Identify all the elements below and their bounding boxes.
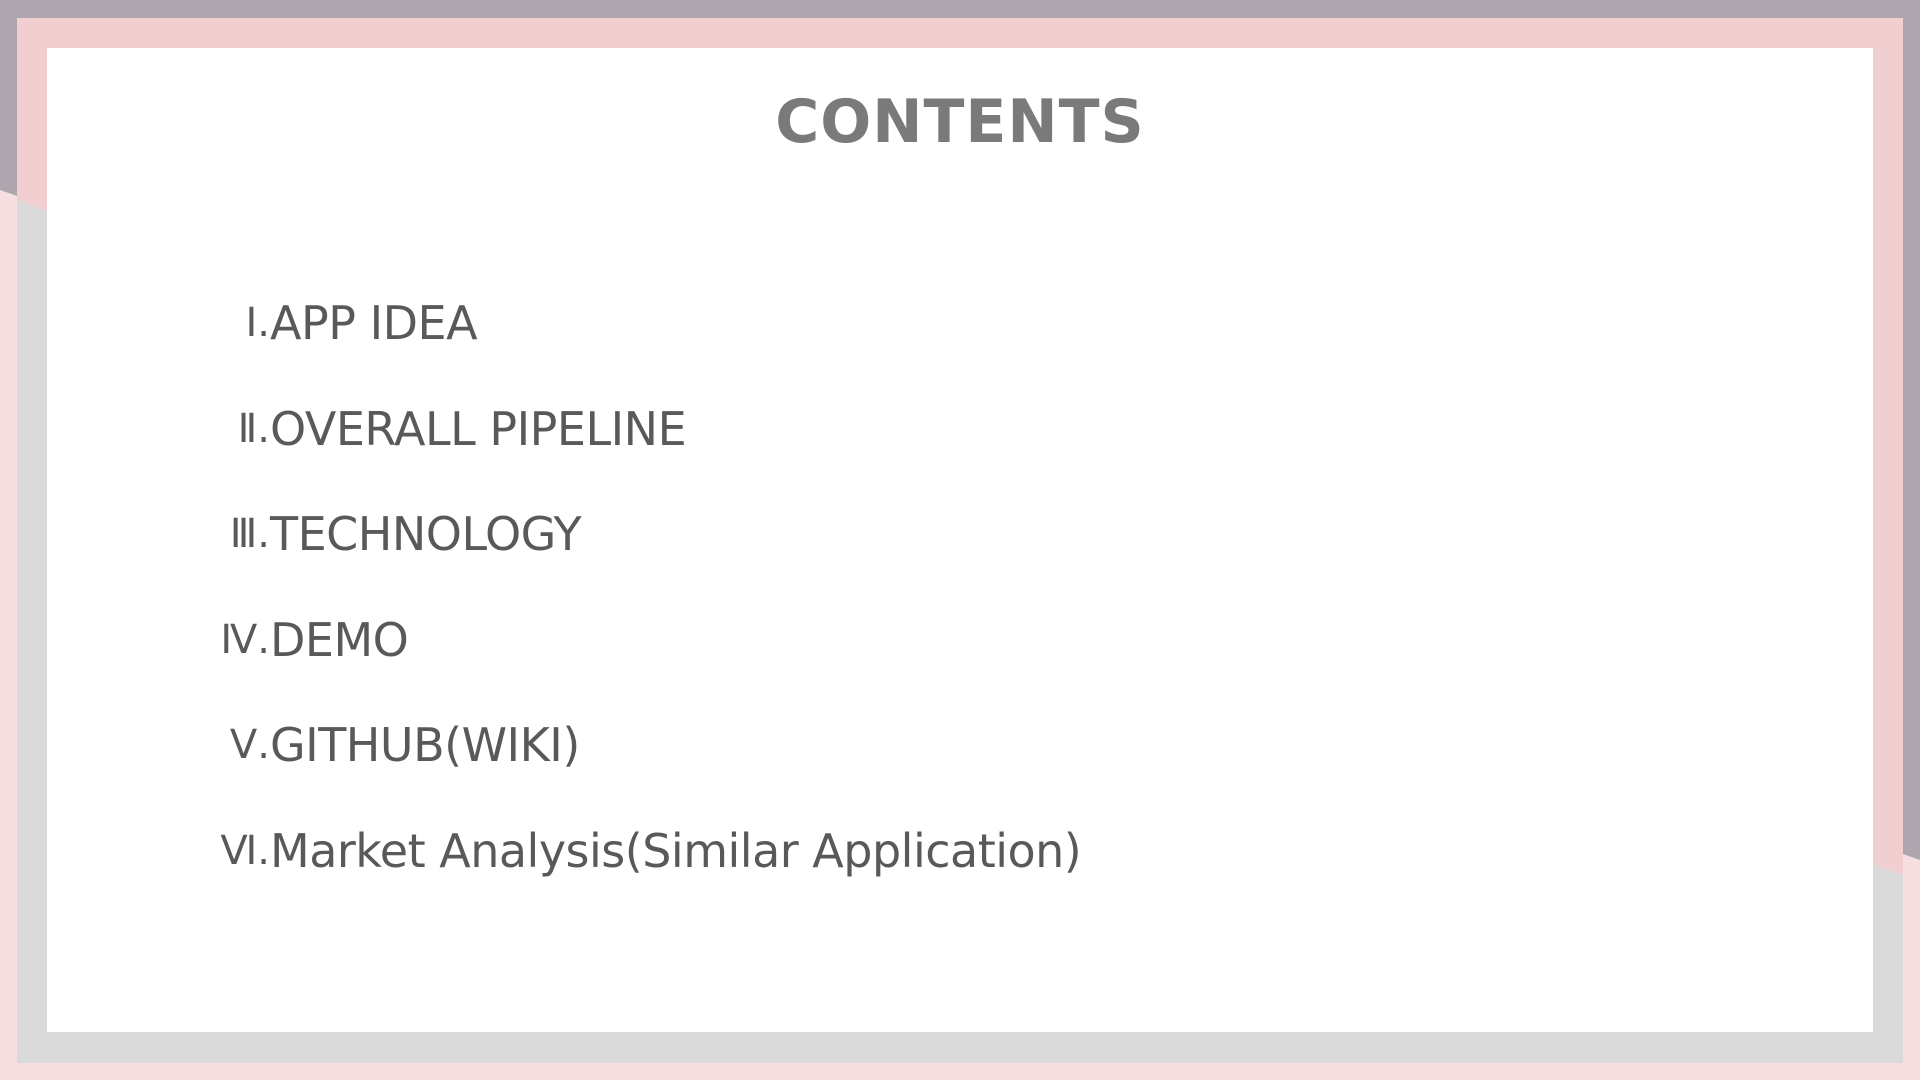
item-numeral: Ⅳ.: [220, 617, 270, 663]
item-numeral: Ⅱ.: [237, 406, 270, 452]
item-numeral: Ⅴ.: [229, 722, 270, 768]
item-label: APP IDEA: [270, 296, 478, 350]
item-label: GITHUB(WIKI): [270, 718, 580, 772]
slide-title: CONTENTS: [775, 87, 1145, 157]
item-label: Market Analysis(Similar Application): [270, 824, 1082, 878]
item-label: TECHNOLOGY: [270, 507, 582, 561]
item-label: DEMO: [270, 613, 409, 667]
item-numeral: Ⅲ.: [229, 511, 270, 557]
item-numeral: Ⅰ.: [245, 300, 270, 346]
item-label: OVERALL PIPELINE: [270, 402, 687, 456]
item-numeral: Ⅵ.: [220, 828, 270, 874]
